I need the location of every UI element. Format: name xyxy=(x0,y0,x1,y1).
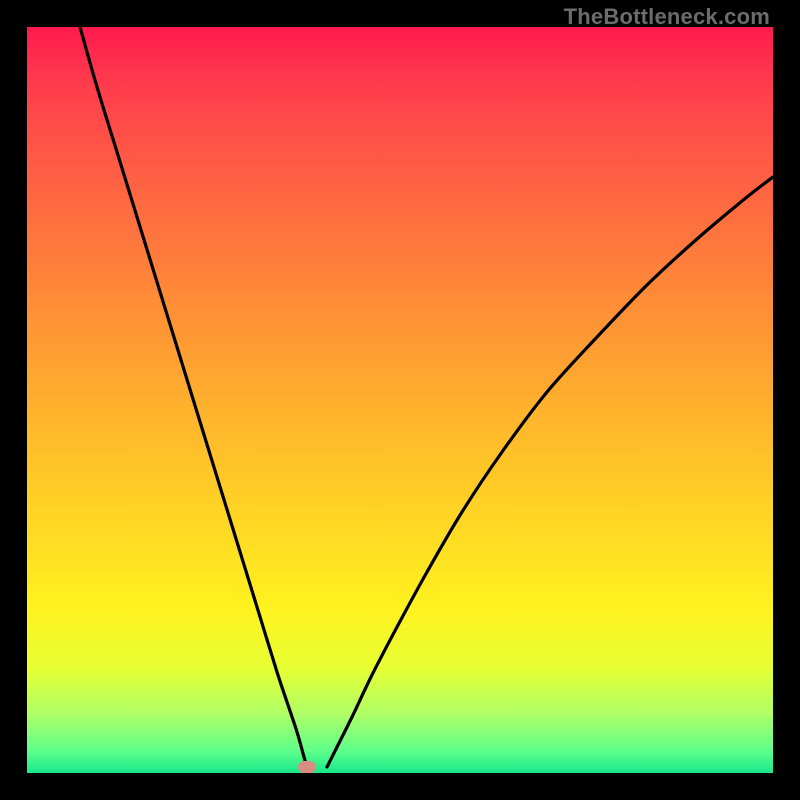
curve-svg xyxy=(27,27,773,773)
chart-frame: TheBottleneck.com xyxy=(0,0,800,800)
plot-area xyxy=(27,27,773,773)
minimum-marker xyxy=(298,761,316,773)
curve-left-branch xyxy=(80,27,307,767)
curve-right-branch xyxy=(327,177,773,767)
